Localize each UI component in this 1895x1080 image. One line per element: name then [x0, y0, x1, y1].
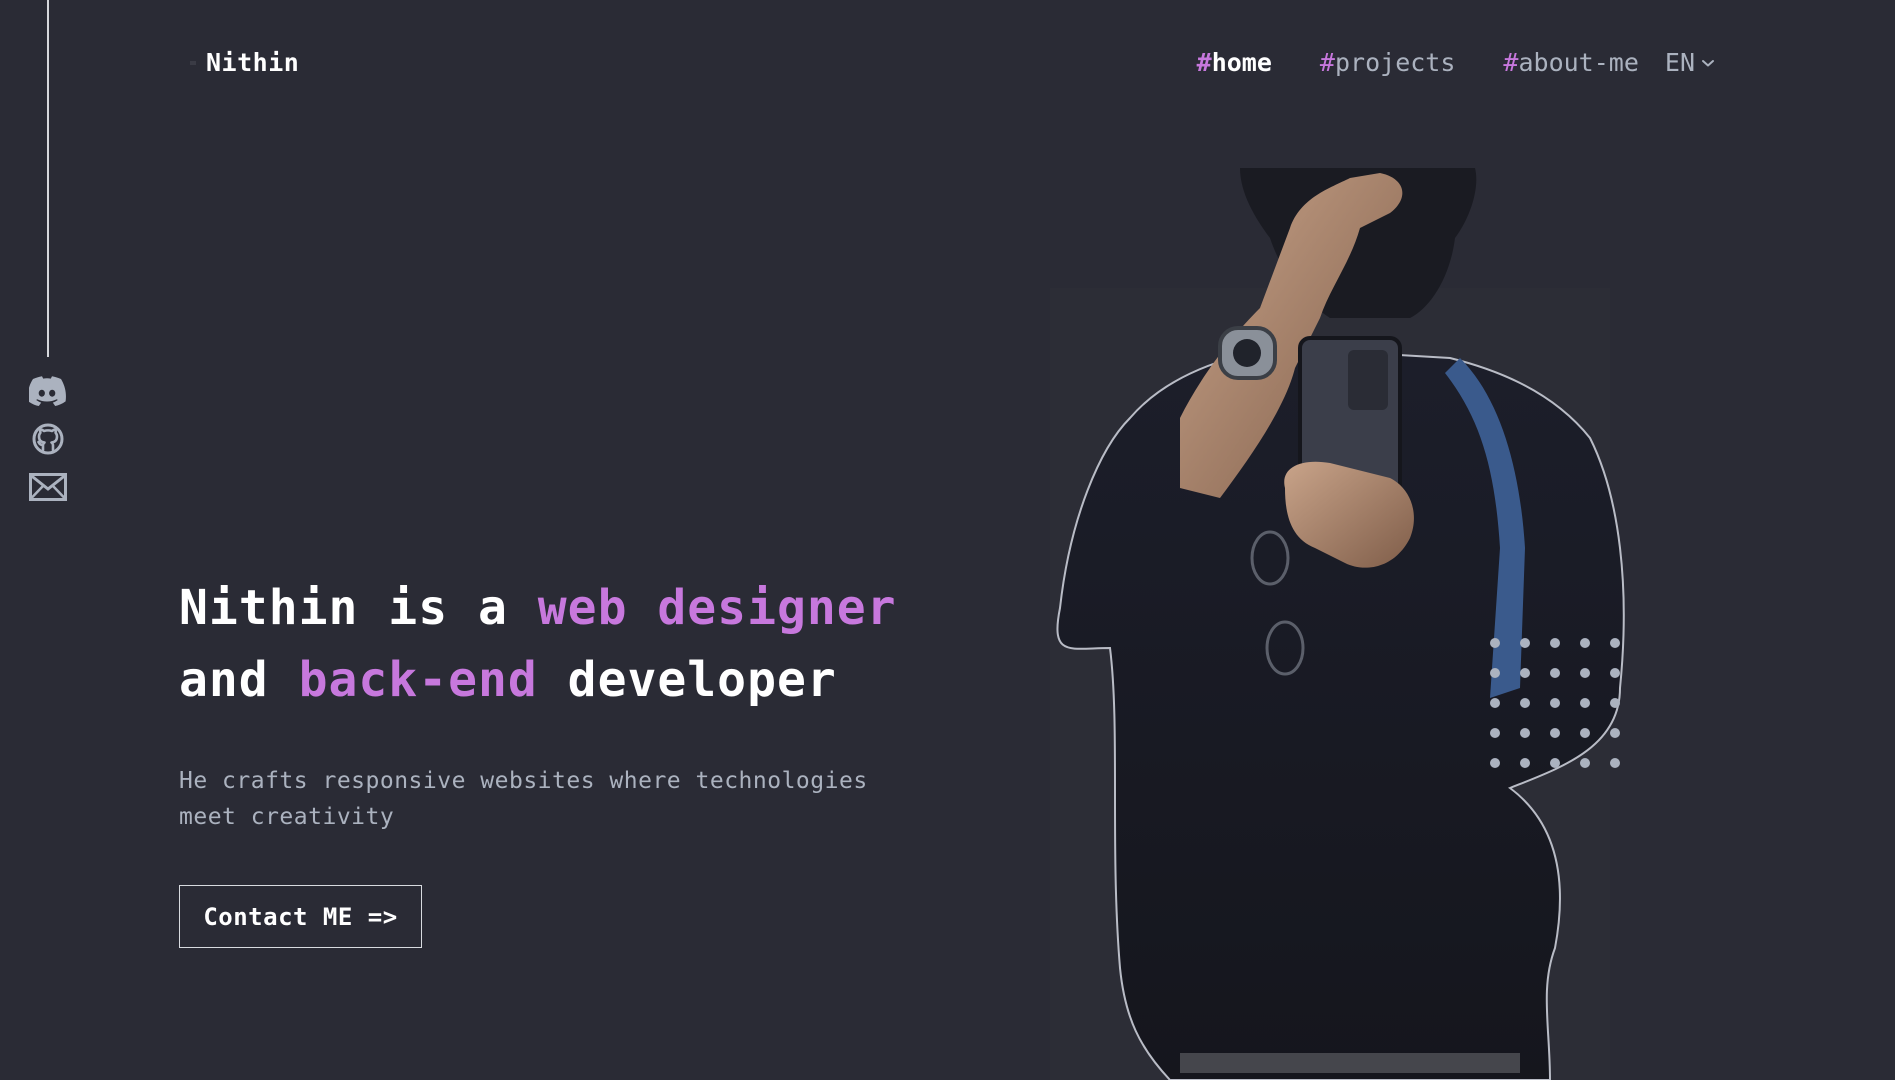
dot	[1580, 758, 1590, 768]
discord-link[interactable]	[28, 374, 68, 408]
contact-me-button[interactable]: Contact ME =>	[179, 885, 422, 948]
github-link[interactable]	[28, 422, 68, 456]
nav-hash: #	[1196, 48, 1212, 77]
dot	[1610, 728, 1620, 738]
dot	[1520, 668, 1530, 678]
email-link[interactable]	[28, 470, 68, 504]
nav-link-projects[interactable]: # projects	[1320, 48, 1455, 77]
dot	[1520, 698, 1530, 708]
nav-hash: #	[1319, 48, 1335, 77]
chevron-down-icon	[1701, 58, 1715, 68]
dot	[1520, 758, 1530, 768]
hero-subtitle: He crafts responsive websites where tech…	[179, 768, 868, 830]
github-icon	[32, 423, 64, 455]
dot	[1610, 668, 1620, 678]
hero-title-part3: developer	[537, 652, 837, 708]
dot	[1490, 728, 1500, 738]
dot	[1550, 728, 1560, 738]
nav-link-about-me[interactable]: # about-me	[1503, 48, 1638, 77]
main-nav: # home # projects # about-me EN	[1197, 48, 1715, 77]
logo[interactable]: Nithin	[190, 48, 299, 77]
dot	[1520, 638, 1530, 648]
hero-title-accent-web-designer: web designer	[537, 580, 897, 636]
dot	[1490, 668, 1500, 678]
dot	[1550, 758, 1560, 768]
logo-mark	[190, 60, 196, 65]
hero-title-part1: Nithin is a	[179, 580, 538, 636]
nav-hash: #	[1503, 48, 1519, 77]
language-select[interactable]: EN	[1665, 48, 1715, 77]
dot	[1610, 638, 1620, 648]
dot	[1490, 638, 1500, 648]
page: Nithin # home # projects # about-me EN Nith…	[0, 0, 1895, 1080]
dot	[1580, 668, 1590, 678]
dots-decoration	[1490, 638, 1620, 768]
logo-text: Nithin	[206, 48, 300, 77]
portrait-image	[1030, 168, 1630, 1080]
email-icon	[29, 473, 67, 501]
dot	[1520, 728, 1530, 738]
nav-label-about-me: about-me	[1518, 48, 1639, 77]
nav-link-home[interactable]: # home	[1197, 48, 1272, 77]
dot	[1490, 758, 1500, 768]
side-line-divider	[47, 0, 49, 357]
discord-icon	[29, 376, 67, 406]
dot	[1490, 698, 1500, 708]
hero-title: Nithin is a web designer and back-end de…	[179, 572, 919, 716]
nav-label-projects: projects	[1334, 48, 1456, 77]
dot	[1580, 638, 1590, 648]
hero-title-part2: and	[179, 652, 299, 708]
dot	[1580, 728, 1590, 738]
dot	[1610, 698, 1620, 708]
nav-label-home: home	[1211, 48, 1272, 77]
dot	[1550, 668, 1560, 678]
dot	[1610, 758, 1620, 768]
dot	[1550, 698, 1560, 708]
dot	[1550, 638, 1560, 648]
hero-title-accent-back-end: back-end	[298, 652, 538, 708]
language-value: EN	[1664, 48, 1695, 77]
dot	[1580, 698, 1590, 708]
